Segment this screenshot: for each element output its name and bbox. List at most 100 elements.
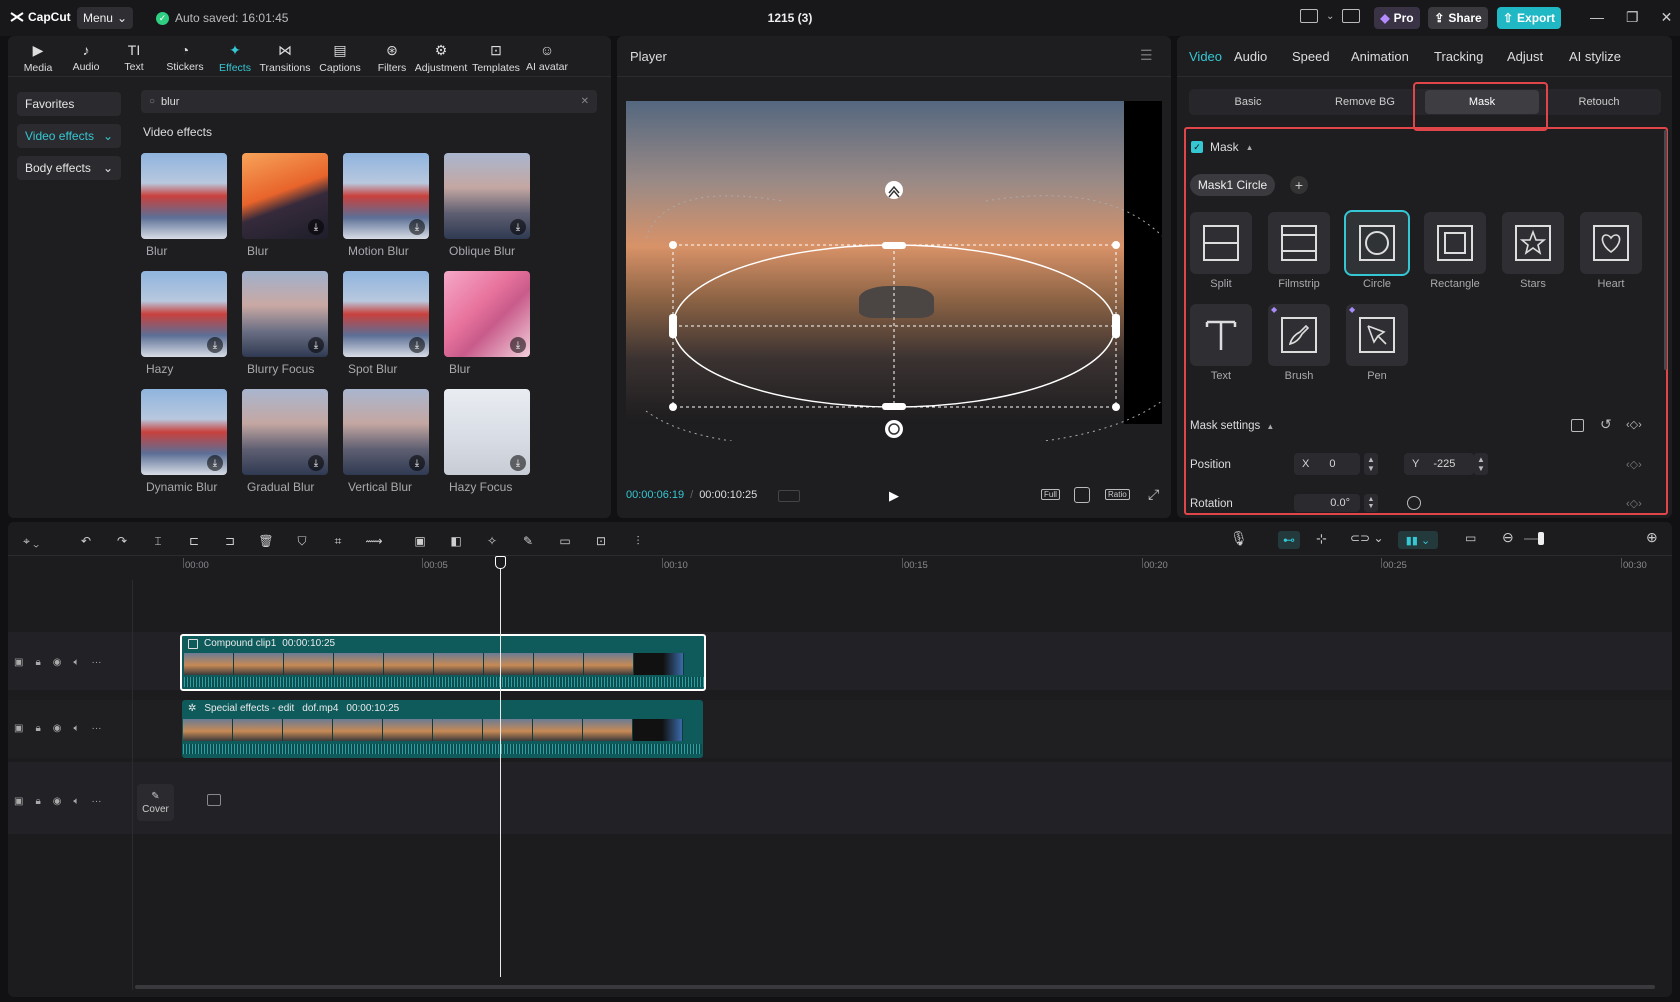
freeze-icon[interactable]: ▣	[410, 531, 430, 551]
toolbar-text[interactable]: TI Text	[108, 42, 160, 73]
mask-shape-filmstrip[interactable]	[1268, 212, 1330, 274]
close-icon[interactable]: ✕	[1661, 9, 1673, 26]
share-button[interactable]: ⇪ Share	[1428, 7, 1488, 29]
speed-icon[interactable]: ⟿	[364, 531, 384, 551]
x-value[interactable]: 0	[1329, 458, 1335, 470]
zoom-slider-thumb[interactable]	[1538, 532, 1544, 545]
step-down-icon[interactable]: ▼	[1477, 464, 1485, 473]
x-stepper[interactable]: ▲ ▼	[1364, 453, 1378, 475]
export-button[interactable]: ⇧ Export	[1497, 7, 1561, 29]
toolbar-filters[interactable]: ⊛ Filters	[366, 42, 418, 74]
pro-button[interactable]: ◆ Pro	[1374, 7, 1420, 29]
sidebar-body-effects[interactable]: Body effects ⌄	[17, 156, 121, 180]
step-down-icon[interactable]: ▼	[1368, 503, 1375, 510]
toolbar-captions[interactable]: ▤ Captions	[314, 42, 366, 74]
volume-icon[interactable]: 🔈︎	[74, 723, 80, 734]
cover-button[interactable]: ✎ Cover	[137, 784, 174, 821]
step-up-icon[interactable]: ▲	[1477, 455, 1485, 464]
checkbox-checked-icon[interactable]: ✓	[1191, 141, 1203, 153]
invert-icon[interactable]	[1571, 419, 1584, 432]
mask-shape-heart[interactable]	[1580, 212, 1642, 274]
ratio-button[interactable]: Ratio	[1105, 489, 1130, 500]
full-button[interactable]: Full	[1041, 489, 1060, 500]
play-icon[interactable]: ▶	[889, 488, 899, 504]
download-icon[interactable]: ⤓	[409, 455, 425, 471]
hd-icon[interactable]: ▭	[555, 531, 575, 551]
mask-overlay[interactable]	[626, 101, 1162, 441]
fullscreen-icon[interactable]: ⤢	[1148, 486, 1159, 503]
eye-icon[interactable]: ◉	[53, 723, 62, 734]
split-icon[interactable]: ⌶	[148, 531, 168, 551]
mask-settings-header[interactable]: Mask settings ▲	[1190, 420, 1274, 432]
mask-shape-text[interactable]	[1190, 304, 1252, 366]
effect-thumbnail[interactable]: ⤓	[141, 389, 227, 475]
maximize-icon[interactable]: ❐	[1626, 9, 1639, 26]
volume-icon[interactable]: 🔈︎	[74, 657, 80, 668]
effect-thumbnail[interactable]: ⤓	[242, 153, 328, 239]
effect-thumbnail[interactable]: ⤓	[141, 271, 227, 357]
reset-icon[interactable]: ↺	[1600, 416, 1612, 433]
effect-thumbnail[interactable]: ⤓	[444, 389, 530, 475]
scrollbar[interactable]	[1664, 130, 1667, 370]
rotation-stepper[interactable]: ▲ ▼	[1364, 494, 1378, 512]
sidebar-favorites[interactable]: Favorites	[17, 92, 121, 116]
more-icon[interactable]: ···	[92, 723, 102, 734]
audio-wave-icon[interactable]: ⫶	[628, 531, 648, 551]
delete-icon[interactable]: 🗑︎	[256, 531, 276, 551]
download-icon[interactable]: ⤓	[207, 337, 223, 353]
toolbar-stickers[interactable]: ◔ Stickers	[159, 42, 211, 73]
shortcut-icon[interactable]	[1342, 9, 1361, 23]
lock-icon[interactable]: 🔒︎	[35, 723, 40, 734]
mask-shape-brush[interactable]: ◆	[1268, 304, 1330, 366]
caption-track-icon[interactable]: ▭	[1465, 531, 1476, 545]
position-x-field[interactable]: X 0	[1294, 453, 1360, 475]
mask-toggle-row[interactable]: ✓ Mask ▲	[1191, 140, 1254, 154]
tab-video[interactable]: Video	[1189, 49, 1222, 64]
track-type-icon[interactable]: ▣	[14, 657, 23, 668]
snap-icon[interactable]: ⊹	[1316, 531, 1327, 547]
magic-icon[interactable]: ✎	[518, 531, 538, 551]
keyframe-icon[interactable]: ‹◇›	[1626, 458, 1642, 471]
menu-button[interactable]: Menu ⌄	[77, 7, 133, 29]
tab-ai-stylize[interactable]: AI stylize	[1569, 49, 1621, 64]
microphone-icon[interactable]: 🎙	[1230, 530, 1248, 547]
search-input[interactable]: blur	[161, 96, 575, 108]
effect-thumbnail[interactable]: ⤓	[343, 153, 429, 239]
chevron-down-icon[interactable]: ⌄	[1326, 11, 1334, 22]
tab-speed[interactable]: Speed	[1292, 49, 1330, 64]
minimize-icon[interactable]: —	[1590, 9, 1604, 26]
effect-thumbnail[interactable]	[141, 153, 227, 239]
effect-thumbnail[interactable]: ⤓	[343, 389, 429, 475]
split-right-icon[interactable]: ⊐	[220, 531, 240, 551]
caret-up-icon[interactable]: ▲	[1246, 143, 1254, 152]
effects-clip[interactable]: ✲ Special effects - edit dof.mp4 00:00:1…	[182, 700, 703, 758]
toolbar-media[interactable]: ▶ Media	[12, 42, 64, 74]
more-icon[interactable]: ···	[92, 657, 102, 668]
mirror-icon[interactable]: ◧	[446, 531, 466, 551]
mask-chip[interactable]: Mask1 Circle	[1190, 174, 1275, 196]
eye-icon[interactable]: ◉	[53, 657, 62, 668]
lock-icon[interactable]: 🔒︎	[35, 657, 40, 668]
horizontal-scrollbar[interactable]	[135, 985, 1655, 989]
clear-icon[interactable]: ✕	[581, 96, 589, 107]
tab-audio[interactable]: Audio	[1234, 49, 1267, 64]
toolbar-templates[interactable]: ⊡ Templates	[470, 42, 522, 74]
download-icon[interactable]: ⤓	[308, 455, 324, 471]
split-left-icon[interactable]: ⊏	[184, 531, 204, 551]
y-value[interactable]: -225	[1433, 458, 1455, 470]
playhead[interactable]	[500, 557, 501, 977]
download-icon[interactable]: ⤓	[409, 337, 425, 353]
download-icon[interactable]: ⤓	[510, 219, 526, 235]
magnet-icon[interactable]: ⊷	[1278, 531, 1300, 549]
step-up-icon[interactable]: ▲	[1367, 455, 1375, 464]
subtab-retouch[interactable]: Retouch	[1542, 90, 1656, 114]
mask-shape-split[interactable]	[1190, 212, 1252, 274]
crop-icon[interactable]: ⌗	[328, 531, 348, 551]
volume-icon[interactable]: 🔈︎	[74, 796, 80, 807]
toolbar-audio[interactable]: ♪ Audio	[60, 42, 112, 73]
step-down-icon[interactable]: ▼	[1367, 464, 1375, 473]
zoom-in-icon[interactable]: ⊕	[1646, 529, 1658, 546]
zoom-out-icon[interactable]: ⊖	[1502, 529, 1514, 546]
add-mask-icon[interactable]: +	[1290, 176, 1308, 194]
link-icon[interactable]: ⊂⊃ ⌄	[1350, 531, 1384, 545]
